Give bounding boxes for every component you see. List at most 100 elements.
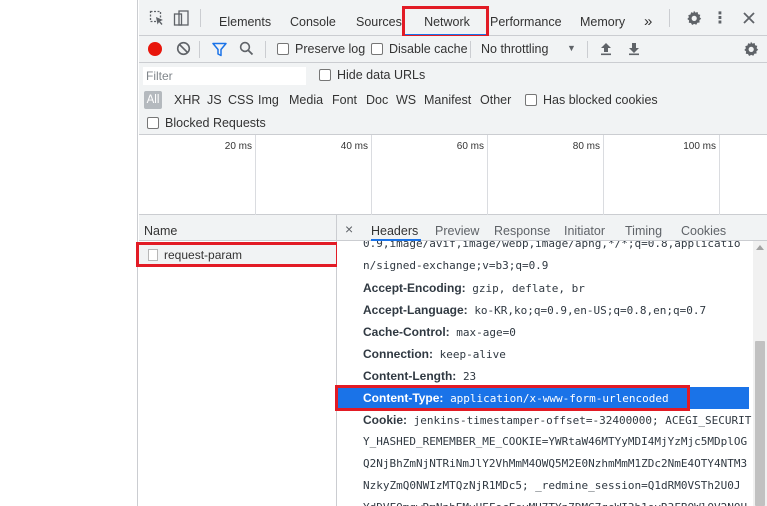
type-filter-manifest[interactable]: Manifest — [424, 93, 471, 107]
scrollbar-thumb[interactable] — [755, 341, 765, 506]
header-value: NzkyZmQ0NWIzMTQzNjR1MDc5; _redmine_sessi… — [363, 479, 741, 492]
tab-response[interactable]: Response — [494, 224, 550, 238]
devtools-panel: Elements Console Sources Network Perform… — [136, 0, 767, 506]
header-value: 23 — [462, 370, 477, 383]
header-line[interactable]: Cookie: jenkins-timestamper-offset=-3240… — [363, 409, 751, 431]
record-icon[interactable] — [148, 42, 162, 56]
tab-headers[interactable]: Headers — [371, 224, 418, 238]
header-line[interactable]: Connection: keep-alive — [363, 343, 506, 365]
tab-preview[interactable]: Preview — [435, 224, 479, 238]
type-filter-xhr[interactable]: XHR — [174, 93, 200, 107]
type-filter-media[interactable]: Media — [289, 93, 323, 107]
highlight-box-network-tab — [402, 6, 489, 38]
has-blocked-cookies-checkbox[interactable] — [525, 94, 537, 106]
tab-performance[interactable]: Performance — [490, 0, 562, 36]
tab-sources[interactable]: Sources — [356, 0, 402, 36]
type-filter-other[interactable]: Other — [480, 93, 511, 107]
tab-cookies[interactable]: Cookies — [681, 224, 726, 238]
divider — [587, 41, 588, 58]
blocked-requests-label: Blocked Requests — [165, 116, 266, 130]
chevron-down-icon: ▼ — [567, 43, 576, 53]
type-filter-font[interactable]: Font — [332, 93, 357, 107]
header-line[interactable]: Y_HASHED_REMEMBER_ME_COOKIE=YWRtaW46MTYy… — [363, 431, 747, 453]
divider — [200, 9, 201, 27]
settings-gear-icon[interactable] — [685, 10, 703, 26]
header-line[interactable]: Cache-Control: max-age=0 — [363, 321, 516, 343]
timeline-tick-label: 100 ms — [683, 141, 716, 152]
timeline-gridline — [487, 135, 488, 215]
close-devtools-icon[interactable] — [740, 10, 758, 26]
search-icon[interactable] — [239, 41, 254, 59]
timeline-gridline — [371, 135, 372, 215]
header-key: Accept-Encoding: — [363, 281, 466, 295]
type-filter-ws[interactable]: WS — [396, 93, 416, 107]
tab-timing[interactable]: Timing — [625, 224, 662, 238]
header-line[interactable]: Content-Length: 23 — [363, 365, 476, 387]
disable-cache-checkbox[interactable] — [371, 43, 383, 55]
timeline-gridline — [719, 135, 720, 215]
clear-icon[interactable] — [176, 41, 191, 59]
has-blocked-cookies-label: Has blocked cookies — [543, 93, 658, 107]
throttling-value: No throttling — [481, 42, 549, 56]
tab-initiator[interactable]: Initiator — [564, 224, 605, 238]
filter-funnel-icon[interactable] — [212, 42, 227, 60]
header-line[interactable]: 0.9,image/avif,image/webp,image/apng,*/*… — [363, 241, 741, 255]
timeline-tick-label: 20 ms — [224, 141, 252, 152]
network-settings-gear-icon[interactable] — [742, 41, 760, 57]
more-tabs-button[interactable]: » — [644, 0, 652, 36]
export-har-download-icon[interactable] — [628, 42, 640, 59]
tab-console[interactable]: Console — [290, 0, 336, 36]
header-value: max-age=0 — [456, 326, 516, 339]
timeline-gridline — [603, 135, 604, 215]
network-toolbar: Preserve log Disable cache No throttling… — [139, 36, 767, 63]
divider — [265, 41, 266, 58]
header-key: Cache-Control: — [363, 325, 450, 339]
hide-data-urls-checkbox[interactable] — [319, 69, 331, 81]
divider — [199, 41, 200, 58]
tab-elements[interactable]: Elements — [219, 0, 271, 36]
type-filter-all[interactable]: All — [144, 91, 162, 109]
name-column-header[interactable]: Name — [139, 215, 337, 241]
header-key: Cookie: — [363, 413, 408, 427]
header-value: 0.9,image/avif,image/webp,image/apng,*/*… — [363, 241, 741, 250]
details-scrollbar[interactable] — [753, 241, 767, 506]
header-key: Content-Length: — [363, 369, 457, 383]
timeline-tick-label: 80 ms — [572, 141, 600, 152]
more-options-kebab-icon[interactable]: ⋮ — [711, 10, 729, 27]
close-details-icon[interactable]: × — [345, 221, 353, 237]
type-filter-img[interactable]: Img — [258, 93, 279, 107]
type-filter-css[interactable]: CSS — [228, 93, 254, 107]
header-line[interactable]: Accept-Encoding: gzip, deflate, br — [363, 277, 585, 299]
throttling-select[interactable]: No throttling ▼ — [480, 36, 580, 63]
divider — [470, 41, 471, 58]
divider — [669, 9, 670, 27]
scroll-up-arrow-icon[interactable] — [756, 245, 764, 250]
page-content-area — [0, 0, 138, 506]
device-toolbar-icon[interactable] — [172, 10, 190, 26]
header-value: keep-alive — [439, 348, 506, 361]
inspect-element-icon[interactable] — [148, 10, 166, 26]
timeline-tick-label: 40 ms — [340, 141, 368, 152]
request-headers-panel: 0.9,image/avif,image/webp,image/apng,*/*… — [337, 241, 753, 506]
timeline-gridline — [255, 135, 256, 215]
tab-memory[interactable]: Memory — [580, 0, 625, 36]
header-line[interactable]: n/signed-exchange;v=b3;q=0.9 — [363, 255, 548, 277]
filter-input[interactable]: Filter — [143, 67, 306, 85]
import-har-upload-icon[interactable] — [600, 42, 612, 59]
header-value: Y_HASHED_REMEMBER_ME_COOKIE=YWRtaW46MTYy… — [363, 435, 748, 448]
highlight-box-request — [136, 242, 339, 267]
header-line[interactable]: YdDVFOmgwRmNnbEMvUEFocEsyMH7TYn7DMG7qeWI… — [363, 497, 747, 506]
header-line[interactable]: NzkyZmQ0NWIzMTQzNjR1MDc5; _redmine_sessi… — [363, 475, 741, 497]
type-filter-doc[interactable]: Doc — [366, 93, 388, 107]
timeline-tick-label: 60 ms — [456, 141, 484, 152]
header-value: Q2NjBhZmNjNTRiNmJlY2VhMmM4OWQ5M2E0NzhmMm… — [363, 457, 748, 470]
header-line[interactable]: Q2NjBhZmNjNTRiNmJlY2VhMmM4OWQ5M2E0NzhmMm… — [363, 453, 747, 475]
header-value: ko-KR,ko;q=0.9,en-US;q=0.8,en;q=0.7 — [474, 304, 707, 317]
type-filter-js[interactable]: JS — [207, 93, 222, 107]
header-value: YdDVFOmgwRmNnbEMvUEFocEsyMH7TYn7DMG7qeWI… — [363, 501, 747, 506]
preserve-log-checkbox[interactable] — [277, 43, 289, 55]
header-line[interactable]: Accept-Language: ko-KR,ko;q=0.9,en-US;q=… — [363, 299, 706, 321]
disable-cache-label: Disable cache — [389, 42, 468, 56]
blocked-requests-checkbox[interactable] — [147, 117, 159, 129]
timeline-overview[interactable]: 20 ms 40 ms 60 ms 80 ms 100 ms — [139, 135, 767, 215]
